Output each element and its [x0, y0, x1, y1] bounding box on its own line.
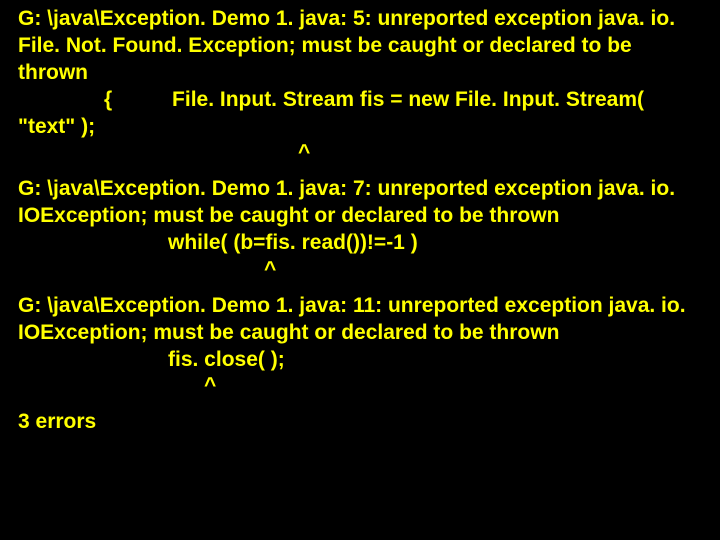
error-message: G: \java\Exception. Demo 1. java: 11: un… — [18, 293, 706, 347]
error-message: G: \java\Exception. Demo 1. java: 5: unr… — [18, 6, 706, 87]
error-message: G: \java\Exception. Demo 1. java: 7: unr… — [18, 176, 706, 230]
error-summary: 3 errors — [18, 409, 706, 436]
compiler-error-3: G: \java\Exception. Demo 1. java: 11: un… — [18, 293, 706, 401]
caret-pointer: ^ — [18, 140, 706, 167]
code-statement: File. Input. Stream fis = new File. Inpu… — [118, 87, 644, 114]
caret-pointer: ^ — [18, 373, 706, 400]
caret-pointer: ^ — [18, 257, 706, 284]
brace: { — [18, 87, 112, 114]
code-continuation: "text" ); — [18, 114, 706, 141]
compiler-error-2: G: \java\Exception. Demo 1. java: 7: unr… — [18, 176, 706, 284]
code-statement: fis. close( ); — [18, 347, 706, 374]
compiler-error-1: G: \java\Exception. Demo 1. java: 5: unr… — [18, 6, 706, 167]
code-statement: while( (b=fis. read())!=-1 ) — [18, 230, 706, 257]
error-code-snippet: { File. Input. Stream fis = new File. In… — [18, 87, 706, 114]
